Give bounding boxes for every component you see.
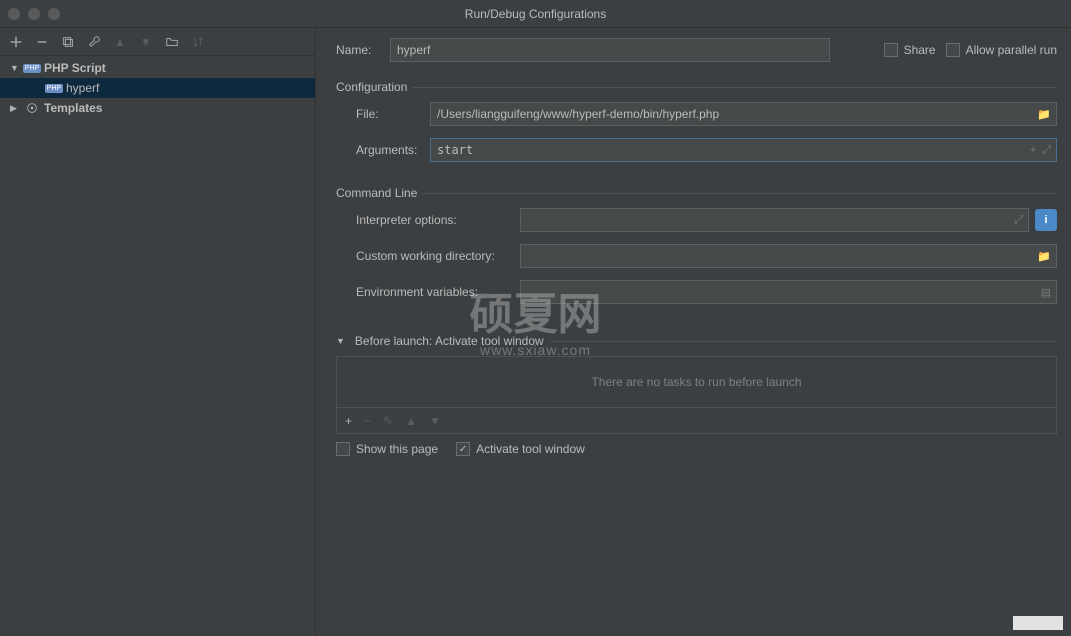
window-title: Run/Debug Configurations: [465, 7, 606, 21]
custom-dir-input[interactable]: [520, 244, 1057, 268]
move-down-icon: ▼: [138, 34, 154, 50]
configuration-section-title: Configuration: [336, 80, 1057, 94]
folder-icon[interactable]: [164, 34, 180, 50]
sidebar-toolbar: ▲ ▼: [0, 28, 315, 56]
custom-dir-label: Custom working directory:: [356, 249, 520, 263]
name-input[interactable]: [390, 38, 830, 62]
tree-node-hyperf[interactable]: PHP hyperf: [0, 78, 315, 98]
name-label: Name:: [336, 43, 380, 57]
expand-toggle-icon[interactable]: ▼: [10, 63, 20, 73]
move-up-icon: ▲: [405, 414, 417, 428]
move-up-icon: ▲: [112, 34, 128, 50]
share-label: Share: [904, 43, 936, 57]
add-icon[interactable]: [8, 34, 24, 50]
tree-label: PHP Script: [44, 61, 106, 75]
configurations-tree[interactable]: ▼ PHP PHP Script PHP hyperf ▶ Templates: [0, 56, 315, 636]
allow-parallel-label: Allow parallel run: [966, 43, 1057, 57]
allow-parallel-checkbox[interactable]: Allow parallel run: [946, 43, 1057, 57]
tree-node-php-script[interactable]: ▼ PHP PHP Script: [0, 58, 315, 78]
checkbox-icon: [884, 43, 898, 57]
checkbox-icon: [946, 43, 960, 57]
gear-icon: [24, 100, 40, 116]
wrench-icon[interactable]: [86, 34, 102, 50]
checkbox-icon: [456, 442, 470, 456]
remove-icon: −: [364, 414, 371, 428]
info-button[interactable]: i: [1035, 209, 1057, 231]
before-launch-tasks-list: There are no tasks to run before launch: [336, 356, 1057, 408]
env-vars-input[interactable]: [520, 280, 1057, 304]
configuration-form: Name: Share Allow parallel run Configura…: [316, 28, 1071, 636]
configurations-sidebar: ▲ ▼ ▼ PHP PHP Script PHP hyperf ▶ Templa…: [0, 28, 316, 636]
php-icon: PHP: [24, 60, 40, 76]
show-this-page-label: Show this page: [356, 442, 438, 456]
tree-label: hyperf: [66, 81, 99, 95]
activate-tool-window-checkbox[interactable]: Activate tool window: [456, 442, 585, 456]
tree-node-templates[interactable]: ▶ Templates: [0, 98, 315, 118]
show-this-page-checkbox[interactable]: Show this page: [336, 442, 438, 456]
move-down-icon: ▼: [429, 414, 441, 428]
corner-mark: [1013, 616, 1063, 630]
sort-icon[interactable]: [190, 34, 206, 50]
edit-icon: ✎: [383, 414, 393, 428]
command-line-section-title: Command Line: [336, 186, 1057, 200]
interpreter-options-label: Interpreter options:: [356, 213, 520, 227]
checkbox-icon: [336, 442, 350, 456]
add-icon[interactable]: +: [345, 414, 352, 428]
remove-icon[interactable]: [34, 34, 50, 50]
titlebar: Run/Debug Configurations: [0, 0, 1071, 28]
file-input[interactable]: [430, 102, 1057, 126]
expand-toggle-icon[interactable]: ▶: [10, 103, 20, 114]
zoom-window-button[interactable]: [48, 8, 60, 20]
php-icon: PHP: [46, 80, 62, 96]
before-launch-toolbar: + − ✎ ▲ ▼: [336, 408, 1057, 434]
before-launch-section-title[interactable]: ▼ Before launch: Activate tool window: [336, 334, 1057, 348]
no-tasks-message: There are no tasks to run before launch: [591, 375, 801, 389]
interpreter-options-input[interactable]: [520, 208, 1029, 232]
arguments-input[interactable]: [430, 138, 1057, 162]
arguments-label: Arguments:: [356, 143, 430, 157]
collapse-toggle-icon[interactable]: ▼: [336, 336, 345, 346]
copy-icon[interactable]: [60, 34, 76, 50]
env-vars-label: Environment variables:: [356, 285, 520, 299]
activate-tool-window-label: Activate tool window: [476, 442, 585, 456]
file-label: File:: [356, 107, 430, 121]
tree-label: Templates: [44, 101, 102, 115]
close-window-button[interactable]: [8, 8, 20, 20]
share-checkbox[interactable]: Share: [884, 43, 936, 57]
window-controls[interactable]: [8, 8, 60, 20]
minimize-window-button[interactable]: [28, 8, 40, 20]
